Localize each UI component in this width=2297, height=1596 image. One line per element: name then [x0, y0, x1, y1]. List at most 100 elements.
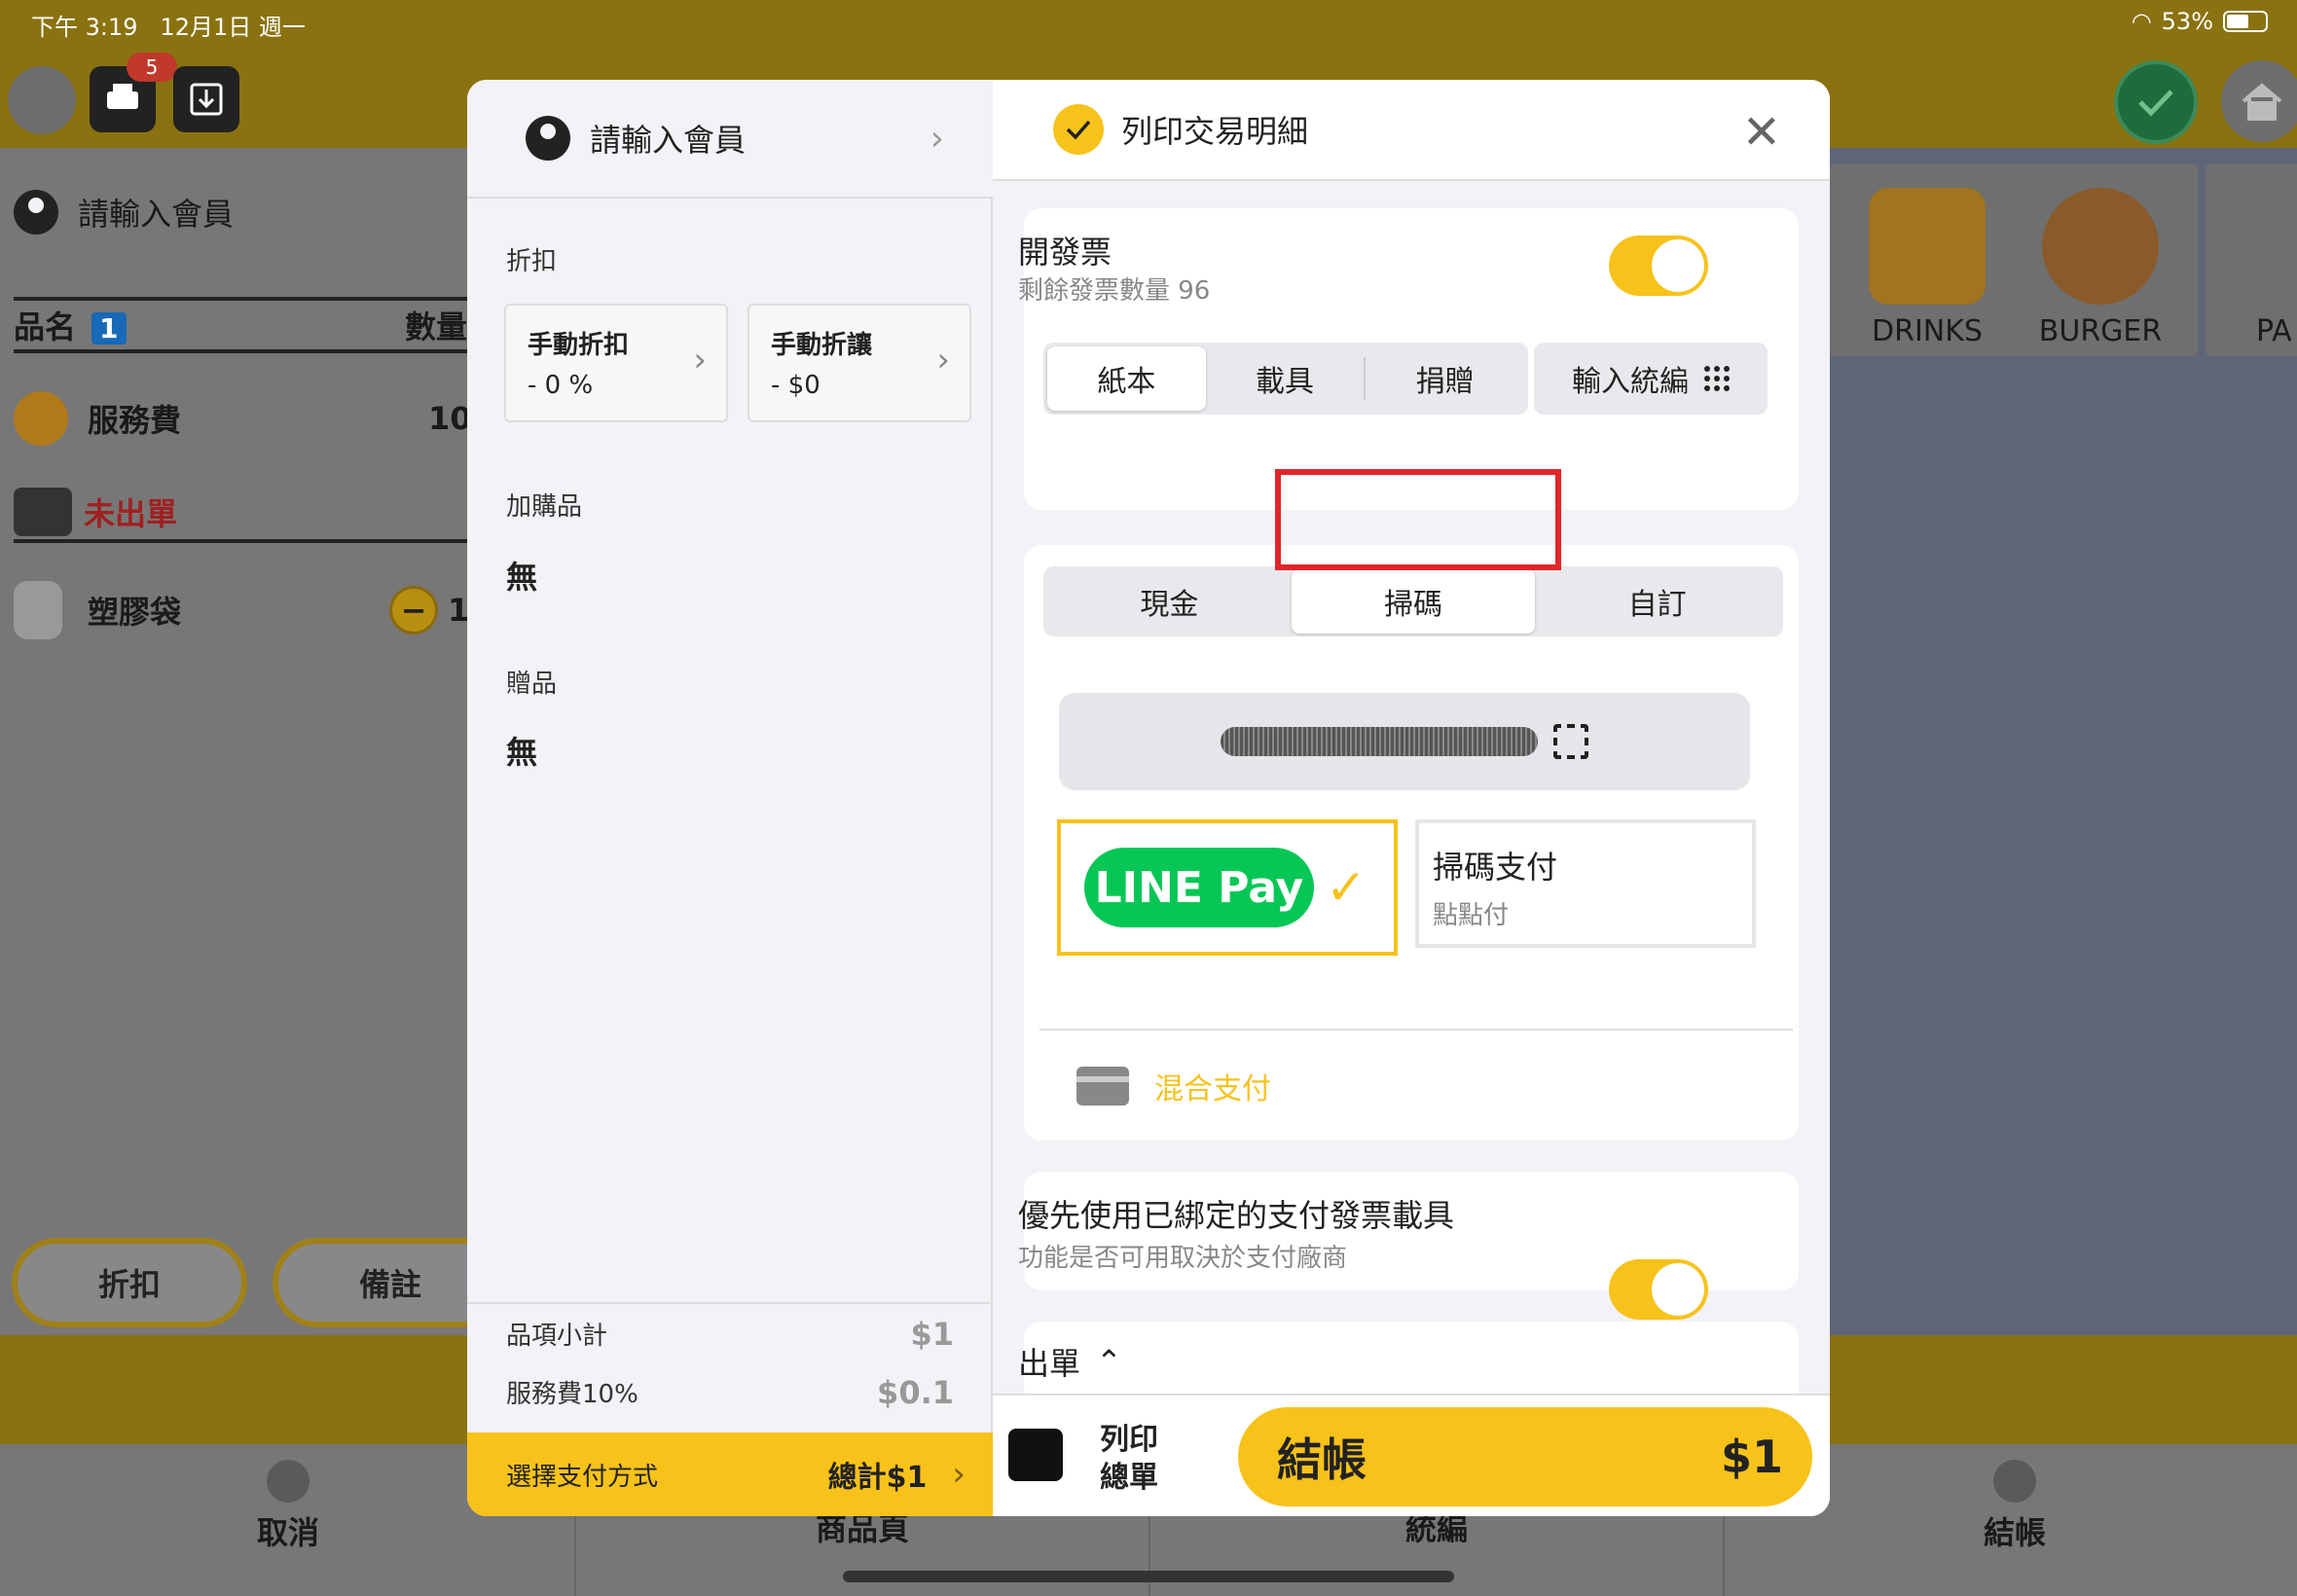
modal-left-panel — [467, 80, 993, 1516]
item-count-badge: 1 — [91, 312, 127, 345]
order-member-row[interactable]: 請輸入會員 — [14, 190, 467, 235]
service-fee-summary-label: 服務費10% — [506, 1380, 638, 1409]
wifi-icon: ◠ — [2131, 8, 2152, 35]
discount-section-label: 折扣 — [506, 247, 558, 276]
checkout-label: 結帳 — [1277, 1433, 1367, 1486]
invoice-tab-paper[interactable]: 紙本 — [1047, 346, 1206, 411]
bag-icon — [1993, 1460, 2036, 1503]
bound-carrier-note: 功能是否可用取決於支付廠商 — [1018, 1244, 1348, 1273]
manual-discount-amount-card[interactable]: 手動折讓 - $0 › — [747, 304, 971, 422]
print-total-button[interactable]: 列印總單 — [1090, 1421, 1168, 1497]
drinks-image — [1869, 188, 1986, 305]
highlight-box — [1275, 469, 1561, 570]
manual-discount-percent-card[interactable]: 手動折扣 - 0 % › — [504, 304, 728, 422]
total-amount: 總計$1 — [827, 1461, 928, 1495]
bag-qty: 1 — [448, 592, 467, 629]
mixed-payment-label: 混合支付 — [1154, 1072, 1271, 1106]
category-tile-pa[interactable]: PA — [2206, 163, 2297, 356]
home-button[interactable] — [2221, 60, 2297, 142]
invoice-tab-carrier[interactable]: 載具 — [1206, 346, 1365, 411]
gift-section-label: 贈品 — [506, 670, 558, 699]
manual-allowance-value: - $0 — [771, 371, 820, 400]
member-label: 請輸入會員 — [590, 122, 747, 159]
bag-label: 塑膠袋 — [88, 594, 182, 631]
checkout-amount: $1 — [1720, 1431, 1783, 1483]
scan-icon[interactable] — [1553, 724, 1588, 759]
category-tile-drinks[interactable]: DRINKS — [1830, 163, 2024, 356]
chevron-right-icon: › — [952, 1455, 966, 1494]
category-label: PA — [2256, 314, 2292, 348]
divider — [1039, 1029, 1793, 1031]
settings-gear-icon[interactable] — [8, 66, 76, 134]
linepay-option[interactable]: LINE Pay ✓ — [1057, 819, 1398, 956]
bound-carrier-toggle[interactable] — [1609, 1259, 1708, 1320]
mixed-payment-button[interactable]: 混合支付 — [1076, 1065, 1271, 1107]
category-label: DRINKS — [1872, 314, 1983, 348]
payment-method-bar[interactable]: 選擇支付方式 總計$1 › — [467, 1433, 993, 1516]
manual-allowance-title: 手動折讓 — [771, 331, 873, 360]
manual-discount-value: - 0 % — [528, 371, 594, 400]
print-receipt-title[interactable]: 出單 ⌃ — [1018, 1339, 1122, 1384]
confirm-check-button[interactable] — [2114, 60, 2198, 144]
modal-header: 列印交易明細 ✕ — [993, 80, 1830, 181]
discount-button[interactable]: 折扣 — [12, 1238, 247, 1327]
member-selector[interactable]: 請輸入會員 › — [467, 80, 993, 199]
check-icon — [1066, 120, 1091, 140]
header-qty: 數量 — [404, 308, 467, 345]
invoice-type-segment: 紙本 載具 捐贈 — [1043, 343, 1528, 415]
undo-icon — [267, 1460, 310, 1503]
status-bar: 下午 3:19 12月1日 週一 ◠ 53% — [0, 0, 2297, 49]
invoice-tab-donate[interactable]: 捐贈 — [1366, 346, 1524, 411]
payment-method-label: 選擇支付方式 — [506, 1462, 659, 1492]
status-time: 下午 3:19 12月1日 週一 — [31, 14, 306, 41]
download-button[interactable] — [173, 66, 239, 132]
checkout-button[interactable]: 結帳 $1 — [1238, 1407, 1812, 1506]
pay-tab-custom[interactable]: 自訂 — [1535, 569, 1779, 634]
header-name: 品名 — [14, 308, 77, 345]
subtotal-value: $1 — [910, 1316, 954, 1353]
service-fee-label: 服務費 — [88, 402, 182, 439]
category-label: BURGER — [2038, 314, 2163, 348]
barcode-input[interactable] — [1059, 693, 1750, 790]
invoice-toggle[interactable] — [1609, 236, 1708, 296]
invoice-title: 開發票 — [1018, 234, 1112, 271]
checkmark-icon: ✓ — [1326, 859, 1367, 916]
service-fee-qty: 10% — [428, 400, 467, 437]
chevron-right-icon: › — [930, 118, 944, 159]
credit-card-icon — [1076, 1067, 1129, 1106]
chevron-up-icon: ⌃ — [1096, 1343, 1122, 1380]
tax-id-button[interactable]: 輸入統編 — [1534, 343, 1768, 415]
pay-tab-scan[interactable]: 掃碼 — [1291, 569, 1536, 634]
status-indicators: ◠ 53% — [2132, 8, 2268, 35]
scanpay-option[interactable]: 掃碼支付 點點付 — [1415, 819, 1756, 948]
printer-icon[interactable] — [1008, 1429, 1063, 1481]
person-icon — [526, 116, 570, 161]
manual-discount-title: 手動折扣 — [528, 331, 630, 360]
nav-cancel[interactable]: 取消 — [142, 1460, 434, 1553]
redacted-barcode — [1221, 727, 1538, 756]
unprinted-label: 未出單 — [84, 495, 178, 532]
printer-icon — [14, 488, 72, 536]
checkout-modal: 請輸入會員 › 折扣 手動折扣 - 0 % › 手動折讓 - $0 › 加購品 … — [467, 80, 1830, 1516]
linepay-logo: LINE Pay — [1084, 848, 1314, 927]
nav-checkout[interactable]: 結帳 — [1869, 1460, 2161, 1553]
home-indicator — [843, 1571, 1454, 1582]
print-detail-checkbox[interactable] — [1053, 104, 1104, 155]
bag-row[interactable]: 塑膠袋 − 1 — [14, 581, 467, 639]
subtotal-row: 品項小計 $1 — [506, 1316, 954, 1353]
battery-percent: 53% — [2161, 8, 2213, 35]
invoice-remaining: 剩餘發票數量 96 — [1018, 276, 1211, 306]
bound-carrier-title: 優先使用已綁定的支付發票載具 — [1018, 1197, 1455, 1234]
close-icon[interactable]: ✕ — [1742, 105, 1781, 160]
gift-value: 無 — [506, 734, 538, 771]
order-list-header: 品名 1 數量 — [14, 297, 467, 353]
category-tile-burger[interactable]: BURGER — [2003, 163, 2198, 356]
chevron-right-icon: › — [693, 341, 707, 380]
pay-tab-cash[interactable]: 現金 — [1047, 569, 1292, 634]
service-fee-row[interactable]: 服務費 10% — [14, 389, 467, 448]
battery-icon — [2223, 11, 2268, 32]
modal-title: 列印交易明細 — [1121, 113, 1309, 150]
coins-icon — [14, 391, 68, 446]
home-icon — [2242, 83, 2282, 121]
minus-icon[interactable]: − — [389, 586, 438, 635]
